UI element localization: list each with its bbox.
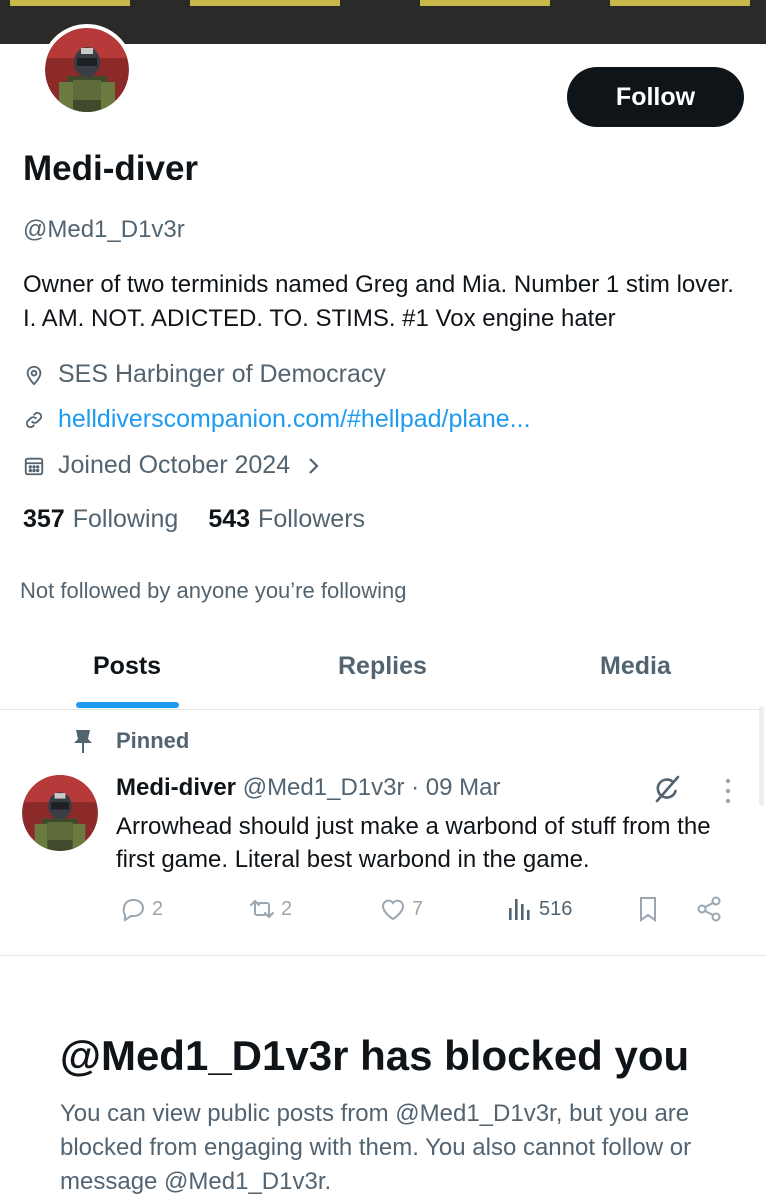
blocked-title: @Med1_D1v3r has blocked you [60,1032,690,1079]
profile-bio: Owner of two terminids named Greg and Mi… [23,271,734,332]
bookmark-icon [634,894,664,924]
views-icon [505,894,535,924]
share-icon [694,894,724,924]
joined-row[interactable]: Joined October 2024 [23,451,322,480]
repost-icon [247,894,277,924]
post-text: Arrowhead should just make a warbond of … [116,813,711,873]
scrollbar[interactable] [759,706,764,806]
profile-tabs: Posts Replies Media [0,630,766,710]
followers-count: 543 [208,505,251,533]
reply-icon [118,894,148,924]
followers-stat[interactable]: 543 Followers [208,505,365,534]
location-text: SES Harbinger of Democracy [58,360,386,388]
location-row: SES Harbinger of Democracy [23,360,386,389]
post-author-handle-date[interactable]: @Med1_D1v3r · 09 Mar [243,774,501,801]
not-followed-note: Not followed by anyone you’re following [20,578,407,603]
post-author-avatar[interactable] [22,775,98,851]
follow-button[interactable]: Follow [567,67,744,127]
pin-icon [72,728,94,754]
chevron-right-icon[interactable] [306,455,322,477]
calendar-icon [23,455,45,477]
post-actions: 2 2 7 516 [0,894,766,930]
following-count: 357 [23,505,65,533]
post-author-name[interactable]: Medi-diver [116,774,236,801]
profile-handle: @Med1_D1v3r [23,216,185,243]
grok-icon[interactable] [651,773,683,805]
profile-avatar[interactable] [41,24,133,116]
like-action[interactable]: 7 [378,894,423,924]
location-icon [23,364,45,386]
views-count: 516 [539,897,573,920]
reply-action[interactable]: 2 [118,894,163,924]
repost-action[interactable]: 2 [247,894,292,924]
repost-count: 2 [281,897,293,920]
bookmark-action[interactable] [634,894,668,924]
display-name: Medi-diver [23,149,199,188]
like-count: 7 [412,897,424,920]
pinned-label-row: Pinned [72,728,189,754]
following-label: Following [72,505,179,533]
active-tab-indicator [76,702,179,708]
blocked-description: You can view public posts from @Med1_D1v… [60,1100,692,1195]
post-header: Medi-diver @Med1_D1v3r · 09 Mar [116,774,501,802]
reply-count: 2 [152,897,164,920]
pinned-label: Pinned [116,728,190,753]
tab-media[interactable]: Media [600,652,671,681]
followers-label: Followers [258,505,366,533]
tab-posts[interactable]: Posts [93,652,161,681]
website-row: helldiverscompanion.com/#hellpad/plane..… [23,405,531,434]
share-action[interactable] [694,894,728,924]
following-stat[interactable]: 357 Following [23,505,178,534]
tab-replies[interactable]: Replies [338,652,427,681]
section-divider [0,955,766,956]
joined-text: Joined October 2024 [58,451,291,479]
like-icon [378,894,408,924]
views-action[interactable]: 516 [505,894,572,924]
website-link[interactable]: helldiverscompanion.com/#hellpad/plane..… [58,405,531,434]
link-icon [23,409,45,431]
follow-stats: 357 Following 543 Followers [23,505,395,534]
more-icon[interactable] [720,776,736,806]
